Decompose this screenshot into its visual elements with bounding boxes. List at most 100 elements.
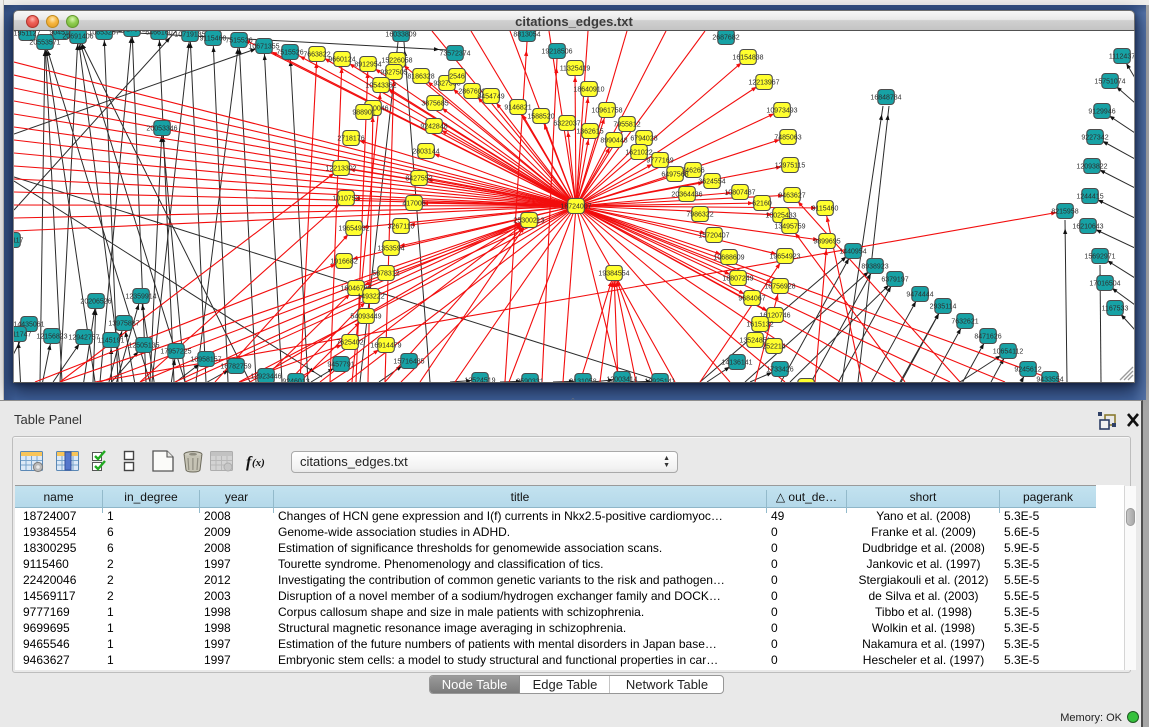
svg-text:8215958: 8215958 — [1051, 209, 1078, 216]
svg-text:15751074: 15751074 — [1094, 79, 1125, 86]
svg-text:19218506: 19218506 — [541, 49, 572, 56]
svg-text:8186328: 8186328 — [407, 74, 434, 81]
svg-text:15720407: 15720407 — [698, 233, 729, 240]
svg-text:13975887: 13975887 — [108, 321, 139, 328]
svg-text:17016504: 17016504 — [1089, 281, 1120, 288]
svg-text:8813054: 8813054 — [513, 32, 540, 39]
svg-text:5878312: 5878312 — [372, 271, 399, 278]
svg-text:18724007: 18724007 — [560, 204, 591, 211]
svg-text:18640910: 18640910 — [573, 87, 604, 94]
svg-text:7625402: 7625402 — [336, 340, 363, 347]
svg-text:9660124: 9660124 — [328, 57, 355, 64]
svg-text:2687682: 2687682 — [712, 35, 739, 42]
svg-text:1527602: 1527602 — [118, 31, 145, 34]
svg-text:10653267: 10653267 — [88, 31, 119, 37]
svg-text:25300213: 25300213 — [513, 218, 544, 225]
svg-text:1244415: 1244415 — [1076, 194, 1103, 201]
svg-text:10688609: 10688609 — [713, 255, 744, 262]
svg-text:9115460: 9115460 — [812, 206, 839, 213]
svg-text:10807487: 10807487 — [724, 190, 755, 197]
svg-text:15716485: 15716485 — [393, 359, 424, 366]
svg-text:9129946: 9129946 — [1088, 109, 1115, 116]
svg-text:6322037: 6322037 — [553, 121, 580, 128]
svg-text:8454749: 8454749 — [477, 94, 504, 101]
svg-text:12213967: 12213967 — [748, 80, 779, 87]
svg-text:8427552: 8427552 — [405, 176, 432, 183]
svg-text:9684067: 9684067 — [738, 296, 765, 303]
svg-text:2803144: 2803144 — [412, 149, 439, 156]
svg-text:9242848: 9242848 — [420, 124, 447, 131]
svg-text:1615132: 1615132 — [746, 322, 773, 329]
svg-text:6497568: 6497568 — [661, 172, 688, 179]
svg-text:14136141: 14136141 — [721, 360, 752, 367]
svg-text:10961758: 10961758 — [591, 108, 622, 115]
svg-text:6379197: 6379197 — [881, 277, 908, 284]
svg-text:19654923: 19654923 — [769, 254, 800, 261]
svg-text:16914479: 16914479 — [370, 343, 401, 350]
svg-text:9115460: 9115460 — [200, 36, 227, 43]
svg-text:12093822: 12093822 — [1076, 164, 1107, 171]
svg-text:9131058: 9131058 — [569, 379, 596, 383]
svg-text:1916682: 1916682 — [330, 259, 357, 266]
svg-text:12359914: 12359914 — [125, 294, 156, 301]
svg-text:8938923: 8938923 — [861, 264, 888, 271]
svg-text:9146821: 9146821 — [504, 105, 531, 112]
svg-text:12003414: 12003414 — [606, 377, 637, 383]
svg-text:54093449: 54093449 — [350, 314, 381, 321]
svg-text:1010753: 1010753 — [332, 196, 359, 203]
svg-text:9246013: 9246013 — [282, 379, 309, 383]
svg-text:988901: 988901 — [352, 110, 375, 117]
svg-text:20053346: 20053346 — [146, 126, 177, 133]
svg-text:20206526: 20206526 — [80, 299, 111, 306]
svg-text:10925141: 10925141 — [644, 379, 675, 383]
svg-text:12213302: 12213302 — [325, 166, 356, 173]
svg-text:12923446: 12923446 — [250, 374, 281, 381]
svg-text:1588520: 1588520 — [527, 114, 554, 121]
svg-text:1145191: 1145191 — [98, 338, 125, 345]
svg-text:12975115: 12975115 — [775, 163, 806, 170]
svg-text:10973493: 10973493 — [766, 108, 797, 115]
svg-text:11325419: 11325419 — [560, 66, 591, 73]
svg-text:16848784: 16848784 — [870, 95, 901, 102]
svg-text:8990448: 8990448 — [600, 138, 627, 145]
svg-text:20364436: 20364436 — [671, 192, 702, 199]
svg-text:12156823: 12156823 — [36, 334, 67, 341]
svg-text:(x): (x) — [252, 457, 265, 469]
svg-text:19384554: 19384554 — [598, 271, 629, 278]
svg-text:439117: 439117 — [14, 238, 24, 245]
svg-text:16210643: 16210643 — [1072, 224, 1103, 231]
svg-text:13495759: 13495759 — [774, 224, 805, 231]
svg-text:1167533: 1167533 — [1102, 306, 1129, 313]
svg-text:7955812: 7955812 — [613, 122, 640, 129]
svg-text:8590331: 8590331 — [516, 379, 543, 383]
svg-text:1440954: 1440954 — [839, 249, 866, 256]
svg-text:12524519: 12524519 — [464, 378, 495, 383]
svg-text:9245612: 9245612 — [1014, 367, 1041, 374]
svg-text:7485063: 7485063 — [774, 135, 801, 142]
svg-text:417006: 417006 — [402, 201, 425, 208]
svg-text:62160: 62160 — [752, 201, 772, 208]
svg-text:9463627: 9463627 — [778, 193, 805, 200]
svg-text:15226058: 15226058 — [381, 58, 412, 65]
svg-text:15692971: 15692971 — [1084, 254, 1115, 261]
svg-text:7515526: 7515526 — [276, 50, 303, 57]
svg-text:10756928: 10756928 — [764, 284, 795, 291]
svg-text:252214: 252214 — [762, 344, 785, 351]
svg-text:6794028: 6794028 — [630, 136, 657, 143]
svg-text:73572374: 73572374 — [439, 51, 470, 58]
svg-text:7632621: 7632621 — [951, 319, 978, 326]
svg-text:19654932: 19654932 — [338, 226, 369, 233]
svg-text:2935114: 2935114 — [930, 304, 957, 311]
svg-text:9433554: 9433554 — [1036, 377, 1063, 383]
svg-text:9474444: 9474444 — [906, 292, 933, 299]
svg-text:3624554: 3624554 — [698, 179, 725, 186]
svg-text:10958157: 10958157 — [190, 357, 221, 364]
svg-text:16033809: 16033809 — [385, 32, 416, 39]
svg-text:2718176: 2718176 — [337, 136, 364, 143]
svg-text:12505135: 12505135 — [128, 343, 159, 350]
svg-text:1362615: 1362615 — [576, 129, 603, 136]
svg-text:1733426: 1733426 — [766, 367, 793, 374]
svg-text:9777169: 9777169 — [646, 158, 673, 165]
svg-text:20553571: 20553571 — [29, 40, 60, 47]
svg-text:1112437: 1112437 — [1109, 54, 1135, 61]
